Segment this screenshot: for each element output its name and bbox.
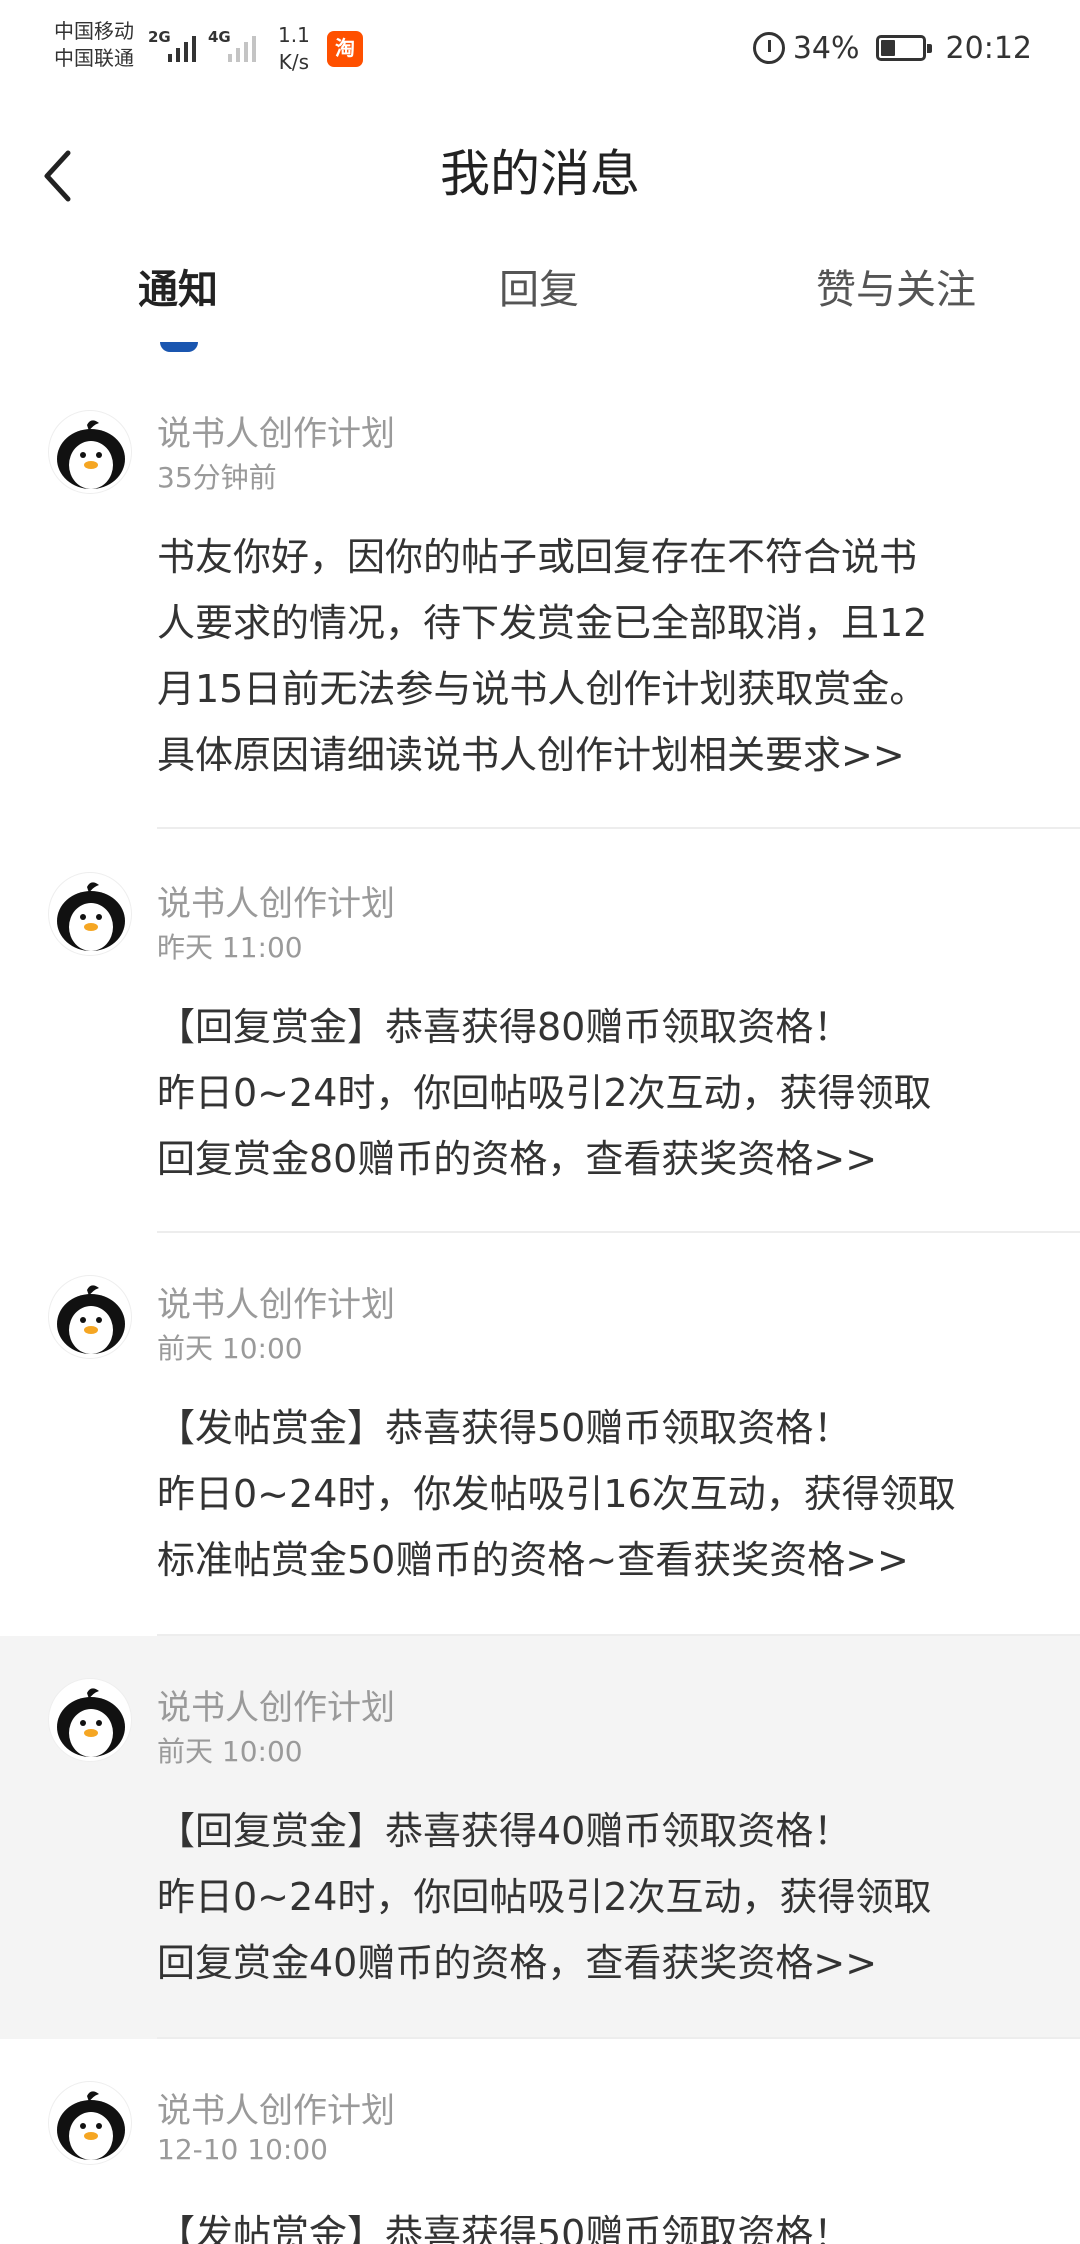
status-bar: 中国移动 中国联通 2G 4G 1.1 K/s 淘 34% 20:12 <box>0 0 1080 100</box>
message-item[interactable]: 说书人创作计划 12-10 10:00 【发帖赏金】恭喜获得50赠币领取资格！ <box>0 2039 1080 2244</box>
message-line: 具体原因请细读说书人创作计划相关要求>> <box>157 733 905 777</box>
message-time: 前天 10:00 <box>157 1735 303 1768</box>
penguin-avatar-icon <box>57 1285 125 1354</box>
message-line: 昨日0~24时，你回帖吸引2次互动，获得领取 <box>157 1875 932 1919</box>
status-right-group: 34% 20:12 <box>752 28 1032 68</box>
message-item[interactable]: 说书人创作计划 35分钟前 书友你好，因你的帖子或回复存在不符合说书 人要求的情… <box>0 400 1080 830</box>
sender-name: 说书人创作计划 <box>157 884 395 924</box>
message-body[interactable]: 【发帖赏金】恭喜获得50赠币领取资格！ 昨日0~24时，你发帖吸引16次互动，获… <box>157 1395 1037 1593</box>
avatar[interactable] <box>48 410 132 494</box>
clock: 20:12 <box>945 30 1032 66</box>
battery-percent: 34% <box>792 30 860 66</box>
message-time: 12-10 10:00 <box>157 2133 328 2166</box>
message-time: 前天 10:00 <box>157 1332 303 1365</box>
tab-likes-follows[interactable]: 赞与关注 <box>816 260 976 350</box>
message-line: 【发帖赏金】恭喜获得50赠币领取资格！ <box>157 1406 852 1450</box>
message-item[interactable]: 说书人创作计划 前天 10:00 【回复赏金】恭喜获得40赠币领取资格！ 昨日0… <box>0 1636 1080 2039</box>
message-time: 昨天 11:00 <box>157 931 303 964</box>
message-line: 回复赏金40赠币的资格，查看获奖资格>> <box>157 1941 878 1985</box>
network-speed-unit: K/s <box>278 50 310 74</box>
divider <box>157 827 1080 829</box>
tab-replies[interactable]: 回复 <box>499 260 579 350</box>
signal-strength-icon: 4G <box>208 28 266 64</box>
message-body[interactable]: 【发帖赏金】恭喜获得50赠币领取资格！ <box>157 2201 1037 2244</box>
penguin-avatar-icon <box>57 1688 125 1757</box>
message-line: 回复赏金80赠币的资格，查看获奖资格>> <box>157 1137 878 1181</box>
carrier-names: 中国移动 中国联通 <box>54 18 134 72</box>
message-line: 标准帖赏金50赠币的资格~查看获奖资格>> <box>157 1538 909 1582</box>
message-line: 【发帖赏金】恭喜获得50赠币领取资格！ <box>157 2212 852 2244</box>
message-line: 【回复赏金】恭喜获得80赠币领取资格！ <box>157 1005 852 1049</box>
carrier-2: 中国联通 <box>54 46 134 70</box>
avatar[interactable] <box>48 1275 132 1359</box>
message-time: 35分钟前 <box>157 461 277 494</box>
message-line: 书友你好，因你的帖子或回复存在不符合说书 <box>157 535 918 579</box>
penguin-avatar-icon <box>57 2091 125 2160</box>
penguin-avatar-icon <box>57 420 125 489</box>
taobao-notification-icon: 淘 <box>327 31 363 67</box>
message-body[interactable]: 【回复赏金】恭喜获得40赠币领取资格！ 昨日0~24时，你回帖吸引2次互动，获得… <box>157 1798 1037 1996</box>
sender-name: 说书人创作计划 <box>157 2091 395 2131</box>
sender-name: 说书人创作计划 <box>157 1285 395 1325</box>
message-list: 说书人创作计划 35分钟前 书友你好，因你的帖子或回复存在不符合说书 人要求的情… <box>0 400 1080 2244</box>
message-line: 昨日0~24时，你回帖吸引2次互动，获得领取 <box>157 1071 932 1115</box>
avatar[interactable] <box>48 872 132 956</box>
page-title: 我的消息 <box>440 145 640 203</box>
tab-bar: 通知 回复 赞与关注 <box>0 260 1080 360</box>
message-line: 昨日0~24时，你发帖吸引16次互动，获得领取 <box>157 1472 956 1516</box>
tab-notifications[interactable]: 通知 <box>138 260 218 350</box>
message-line: 人要求的情况，待下发赏金已全部取消，且12 <box>157 601 928 645</box>
signal-strength-icon: 2G <box>148 28 206 64</box>
battery-icon <box>875 35 932 61</box>
avatar[interactable] <box>48 2081 132 2165</box>
carrier-1: 中国移动 <box>54 19 134 43</box>
data-saver-icon <box>752 32 785 64</box>
title-bar: 我的消息 <box>0 110 1080 230</box>
avatar[interactable] <box>48 1678 132 1762</box>
sender-name: 说书人创作计划 <box>157 1688 395 1728</box>
network-speed: 1.1 K/s <box>278 22 310 76</box>
sender-name: 说书人创作计划 <box>157 414 395 454</box>
network-speed-value: 1.1 <box>278 23 310 47</box>
message-item[interactable]: 说书人创作计划 前天 10:00 【发帖赏金】恭喜获得50赠币领取资格！ 昨日0… <box>0 1233 1080 1636</box>
message-item[interactable]: 说书人创作计划 昨天 11:00 【回复赏金】恭喜获得80赠币领取资格！ 昨日0… <box>0 830 1080 1233</box>
message-line: 【回复赏金】恭喜获得40赠币领取资格！ <box>157 1809 852 1853</box>
message-line: 月15日前无法参与说书人创作计划获取赏金。 <box>157 667 928 711</box>
active-tab-indicator <box>160 342 198 352</box>
message-body[interactable]: 【回复赏金】恭喜获得80赠币领取资格！ 昨日0~24时，你回帖吸引2次互动，获得… <box>157 994 1037 1192</box>
message-body[interactable]: 书友你好，因你的帖子或回复存在不符合说书 人要求的情况，待下发赏金已全部取消，且… <box>157 524 1037 788</box>
penguin-avatar-icon <box>57 882 125 951</box>
